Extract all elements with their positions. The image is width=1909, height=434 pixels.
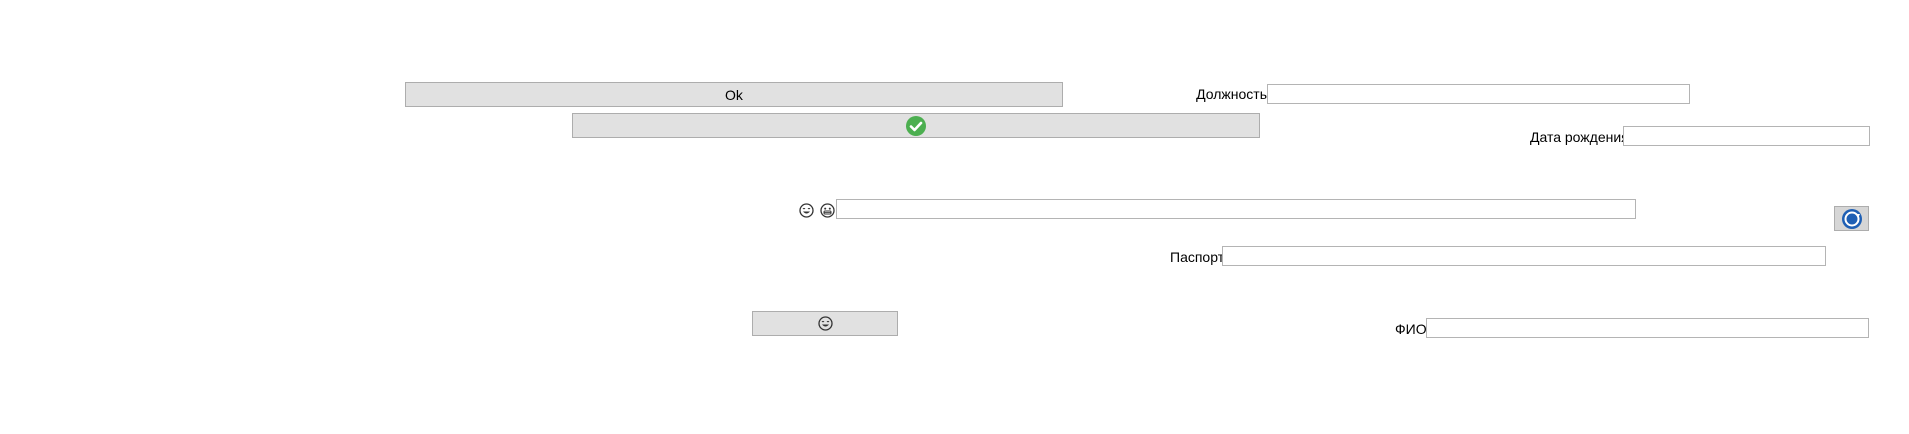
grinning-face-icon (820, 203, 835, 218)
confirm-button[interactable] (572, 113, 1260, 138)
emoji-field[interactable] (836, 199, 1636, 219)
passport-label: Паспорт (1170, 249, 1225, 265)
refresh-button[interactable] (1834, 206, 1869, 231)
full-name-label: ФИО (1395, 321, 1427, 337)
laughing-face-icon (817, 316, 833, 331)
birth-date-field[interactable] (1623, 126, 1870, 146)
passport-field[interactable] (1222, 246, 1826, 266)
emoji-button[interactable] (752, 311, 898, 336)
check-circle-icon (905, 115, 927, 137)
refresh-icon (1840, 208, 1864, 230)
position-label: Должность (1196, 86, 1267, 102)
full-name-field[interactable] (1426, 318, 1869, 338)
laughing-face-icon (799, 203, 814, 218)
birth-date-label: Дата рождения (1530, 129, 1629, 145)
ok-button-label: Ok (725, 86, 743, 103)
position-field[interactable] (1267, 84, 1690, 104)
ok-button[interactable]: Ok (405, 82, 1063, 107)
